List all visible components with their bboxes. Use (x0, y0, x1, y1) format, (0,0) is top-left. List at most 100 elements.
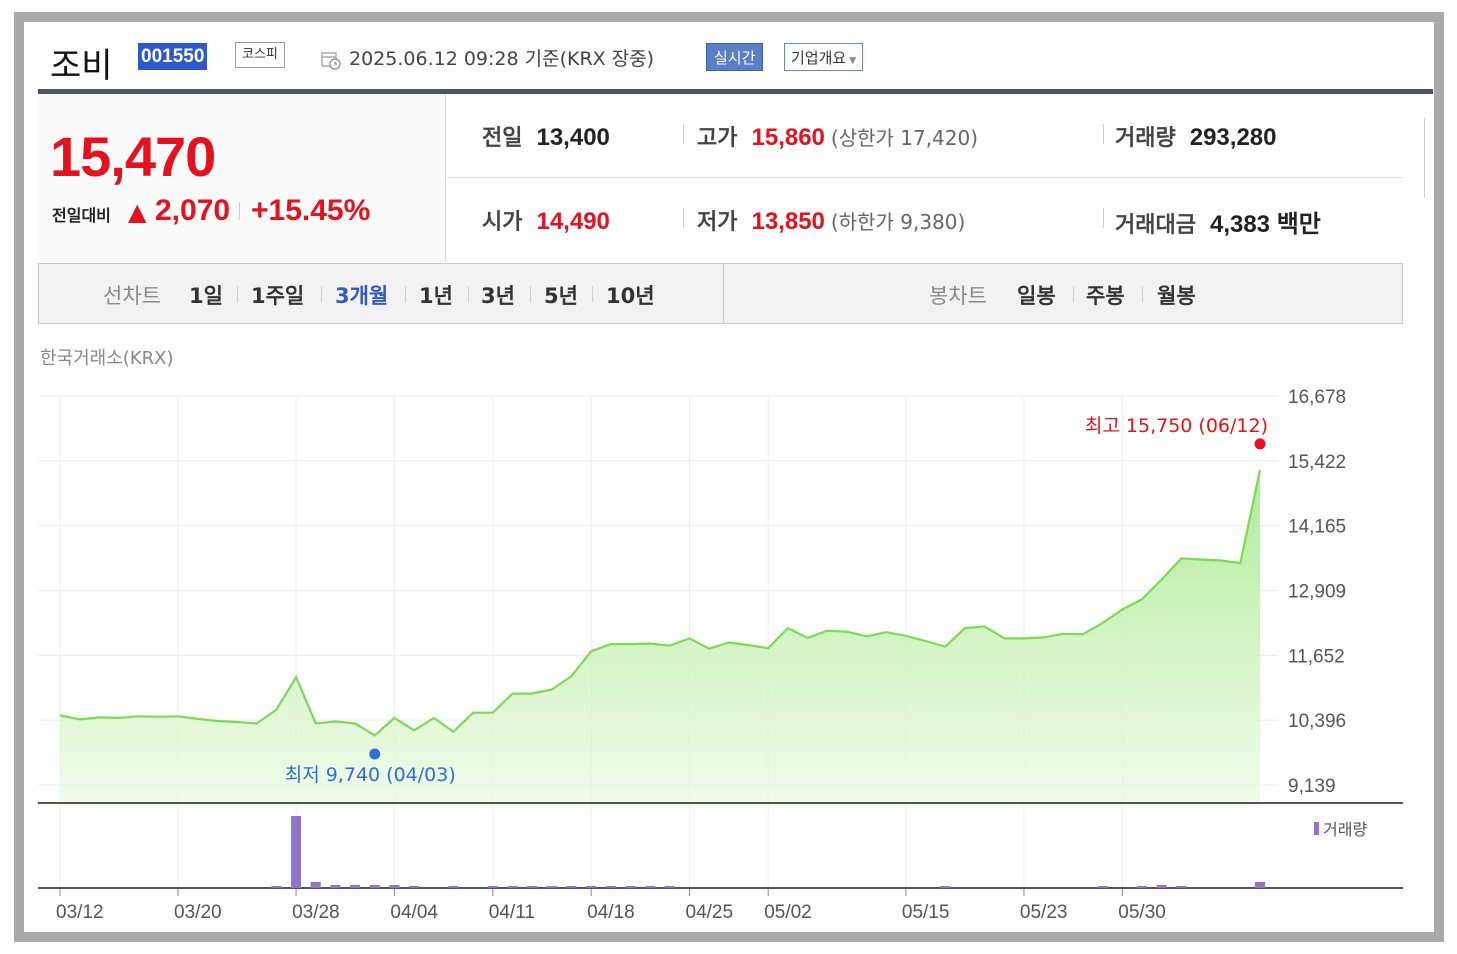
high-value: 15,860 (751, 124, 825, 151)
tab-3year[interactable]: 3년 (481, 280, 515, 310)
company-overview-label: 기업개요 (791, 49, 847, 67)
divider (321, 286, 322, 302)
max-point-marker (1254, 438, 1266, 450)
divider (683, 208, 684, 228)
volume: 거래량 293,280 (1115, 120, 1277, 152)
volume-bar (1156, 885, 1167, 888)
tab-5year[interactable]: 5년 (544, 280, 578, 310)
volume-legend-label: 거래량 (1323, 820, 1367, 839)
chart-period-tabs: 선차트 1일 1주일 3개월 1년 3년 5년 10년 봉차트 일봉 주봉 월봉 (38, 263, 1403, 324)
open-label: 시가 (482, 210, 523, 235)
chevron-down-icon: ▼ (849, 56, 857, 66)
x-tick-label: 03/20 (174, 902, 222, 923)
x-tick-label: 05/30 (1118, 902, 1166, 923)
volume-bar (605, 886, 616, 888)
x-tick-label: 04/04 (390, 902, 438, 923)
market-badge: 코스피 (235, 42, 285, 68)
high-price: 고가 15,860 (상한가 17,420) (697, 120, 978, 152)
calendar-clock-icon (321, 52, 341, 70)
tabs-divider (723, 264, 724, 323)
y-tick-label: 11,652 (1288, 646, 1345, 667)
change-amount: 2,070 (155, 194, 231, 227)
x-tick-label: 04/25 (686, 902, 734, 923)
volume-bar (1136, 886, 1147, 888)
volume-legend-swatch (1314, 822, 1319, 835)
volume-bar (350, 885, 361, 888)
divider (683, 124, 684, 144)
stock-code[interactable]: 001550 (138, 43, 208, 70)
upper-limit: (상한가 17,420) (830, 126, 979, 150)
volume-bar (645, 886, 656, 888)
x-tick-label: 04/18 (587, 902, 635, 923)
tab-daily-candle[interactable]: 일봉 (1017, 280, 1056, 310)
min-point-marker (369, 748, 381, 760)
tab-weekly-candle[interactable]: 주봉 (1086, 280, 1125, 310)
volume-bar (940, 886, 951, 888)
volume-bar (291, 816, 302, 888)
y-tick-label: 15,422 (1288, 452, 1346, 473)
prev-close-value: 13,400 (536, 124, 610, 151)
amount-label: 거래대금 (1115, 213, 1196, 238)
line-chart-group-label: 선차트 (103, 284, 161, 308)
volume-bar (330, 885, 341, 888)
volume-bar (271, 886, 282, 888)
stock-name: 조비 (50, 46, 113, 86)
volume-value: 293,280 (1189, 124, 1277, 151)
prev-close: 전일 13,400 (482, 120, 610, 152)
divider (1073, 286, 1074, 302)
y-tick-label: 12,909 (1288, 581, 1346, 602)
low-value: 13,850 (751, 208, 825, 235)
tab-1year[interactable]: 1년 (419, 280, 453, 310)
x-tick-label: 05/23 (1020, 902, 1068, 923)
volume-bar (1176, 886, 1187, 888)
tab-10year[interactable]: 10년 (606, 280, 655, 310)
y-tick-label: 9,139 (1288, 776, 1336, 797)
company-overview-button[interactable]: 기업개요 ▼ (784, 43, 864, 71)
quote-details: 전일 13,400 고가 15,860 (상한가 17,420) 거래량 293,280… (447, 94, 1403, 262)
volume-bar (1097, 886, 1108, 888)
x-tick-label: 03/28 (292, 902, 340, 923)
amount-value: 4,383 백만 (1209, 211, 1321, 238)
x-tick-label: 03/12 (56, 902, 104, 923)
price-chart[interactable]: 16,678 15,422 14,165 12,909 11,652 10,396 9,13… (38, 380, 1408, 930)
lower-limit: (하한가 9,380) (830, 210, 966, 234)
divider (468, 286, 469, 302)
divider (405, 286, 406, 302)
divider (1103, 208, 1104, 228)
price-summary: 15,470 전일대비 ▲ 2,070 +15.45% 전일 13,400 고가 1… (38, 94, 1403, 264)
low-price: 저가 13,850 (하한가 9,380) (697, 204, 965, 236)
y-tick-label: 14,165 (1288, 517, 1346, 538)
volume-bar (546, 886, 557, 888)
tab-monthly-candle[interactable]: 월봉 (1157, 280, 1196, 310)
realtime-button[interactable]: 실시간 (706, 43, 764, 71)
divider (1103, 124, 1104, 144)
open-price: 시가 14,490 (482, 204, 610, 236)
tab-1week[interactable]: 1주일 (251, 280, 304, 310)
x-tick-label: 05/02 (764, 902, 812, 923)
volume-bar (527, 886, 538, 888)
volume-bar (448, 886, 459, 888)
divider (1142, 286, 1143, 302)
open-value: 14,490 (536, 208, 610, 235)
change-label: 전일대비 (52, 206, 111, 225)
exchange-label: 한국거래소(KRX) (40, 348, 174, 369)
scrollbar[interactable] (1424, 118, 1430, 198)
low-label: 저가 (697, 210, 738, 235)
volume-bar (507, 886, 518, 888)
quote-datetime: 2025.06.12 09:28 기준(KRX 장중) (349, 48, 655, 70)
volume-bar (487, 886, 498, 888)
x-tick-label: 04/11 (489, 902, 535, 923)
volume-bar (389, 885, 400, 888)
y-tick-label: 10,396 (1288, 711, 1346, 732)
volume-bar (310, 882, 321, 888)
high-label: 고가 (697, 126, 738, 151)
y-tick-label: 16,678 (1288, 387, 1346, 408)
tab-1day[interactable]: 1일 (189, 280, 223, 310)
divider (592, 286, 593, 302)
stock-header: 조비 001550 코스피 2025.06.12 09:28 기준(KRX 장중… (38, 36, 1408, 88)
candle-chart-group-label: 봉차트 (929, 284, 987, 308)
tab-3month[interactable]: 3개월 (335, 280, 388, 310)
volume-bar (566, 886, 577, 888)
divider (530, 286, 531, 302)
volume-bar (625, 886, 636, 888)
